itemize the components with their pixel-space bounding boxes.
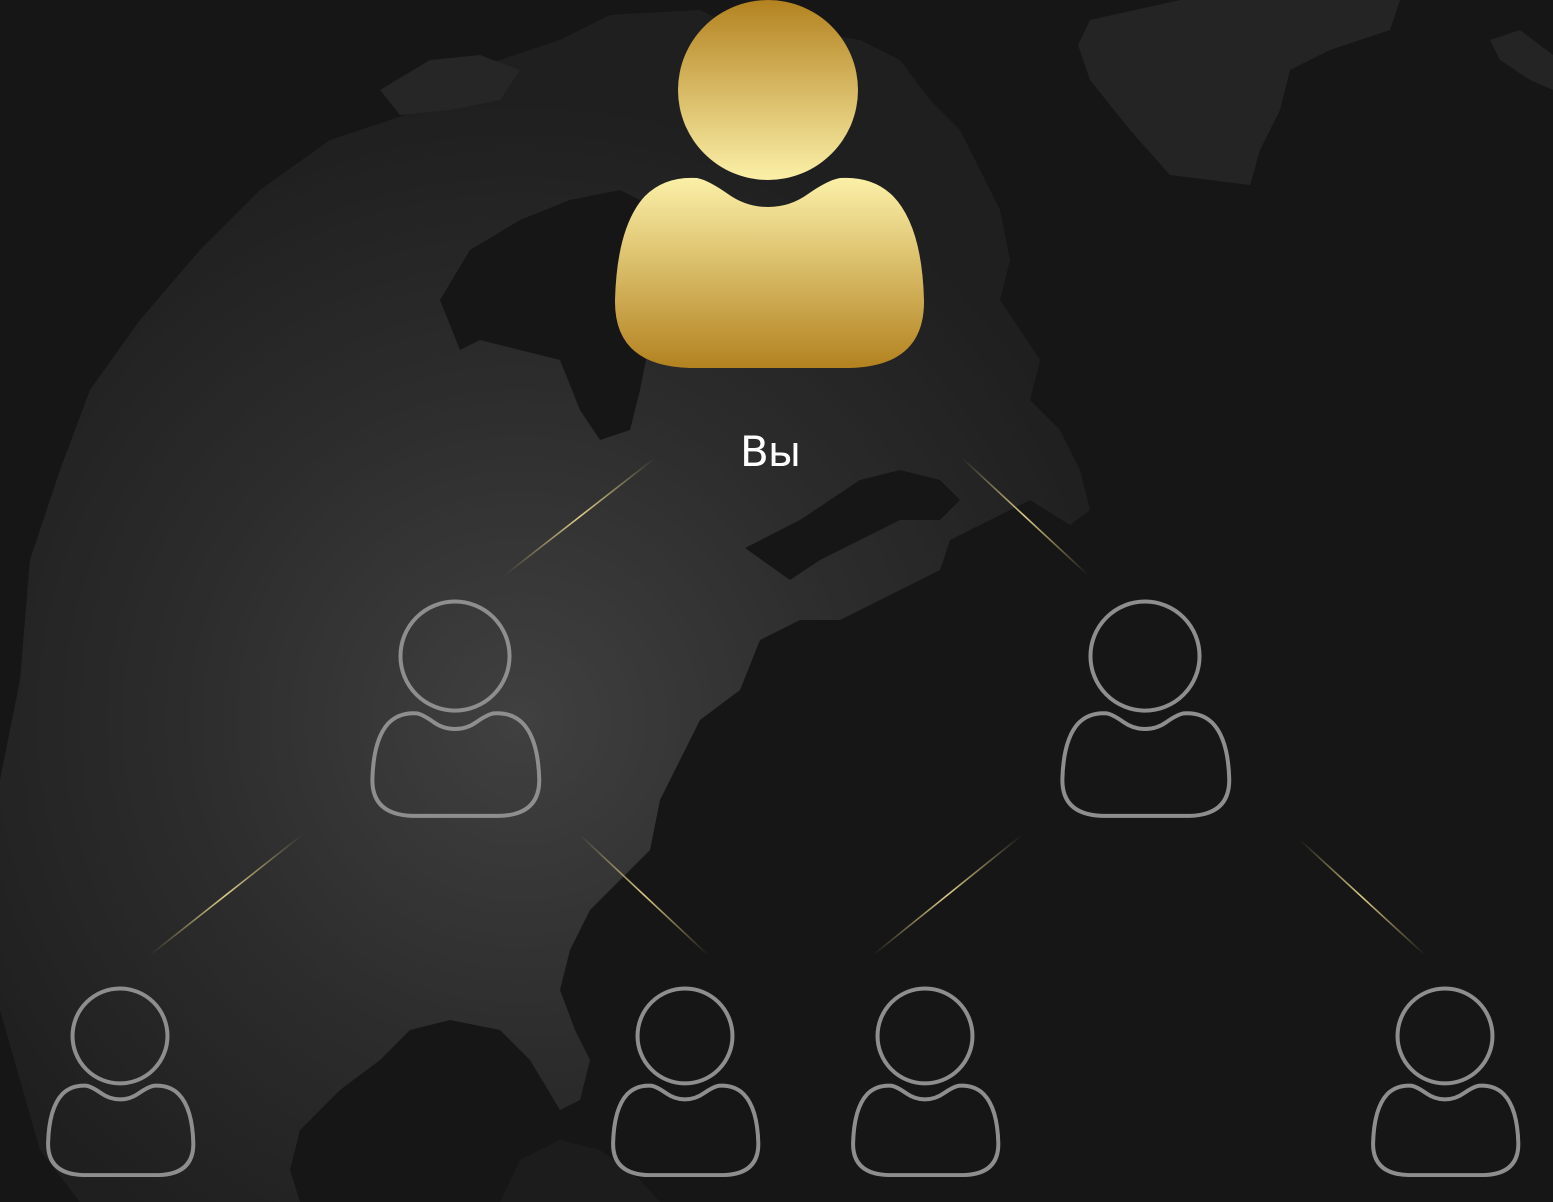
user-outline-icon	[1060, 599, 1232, 818]
connector-right-2	[1299, 839, 1426, 956]
continent-greenland	[1078, 0, 1400, 185]
user-outline-icon	[1371, 986, 1521, 1178]
user-outline-icon	[851, 986, 1001, 1178]
connector-right-1	[872, 834, 1023, 956]
referral-tree-diagram: Вы	[0, 0, 1553, 1202]
island-north-east	[1490, 30, 1553, 90]
diagram-canvas	[0, 0, 1553, 1202]
continent-north-america	[0, 10, 1090, 1202]
user-icon-head	[678, 0, 858, 180]
gulf-mexico-edge	[500, 1140, 660, 1202]
user-outline-icon	[611, 986, 761, 1178]
root-label: Вы	[740, 427, 801, 476]
world-map-backdrop	[0, 0, 1553, 1202]
